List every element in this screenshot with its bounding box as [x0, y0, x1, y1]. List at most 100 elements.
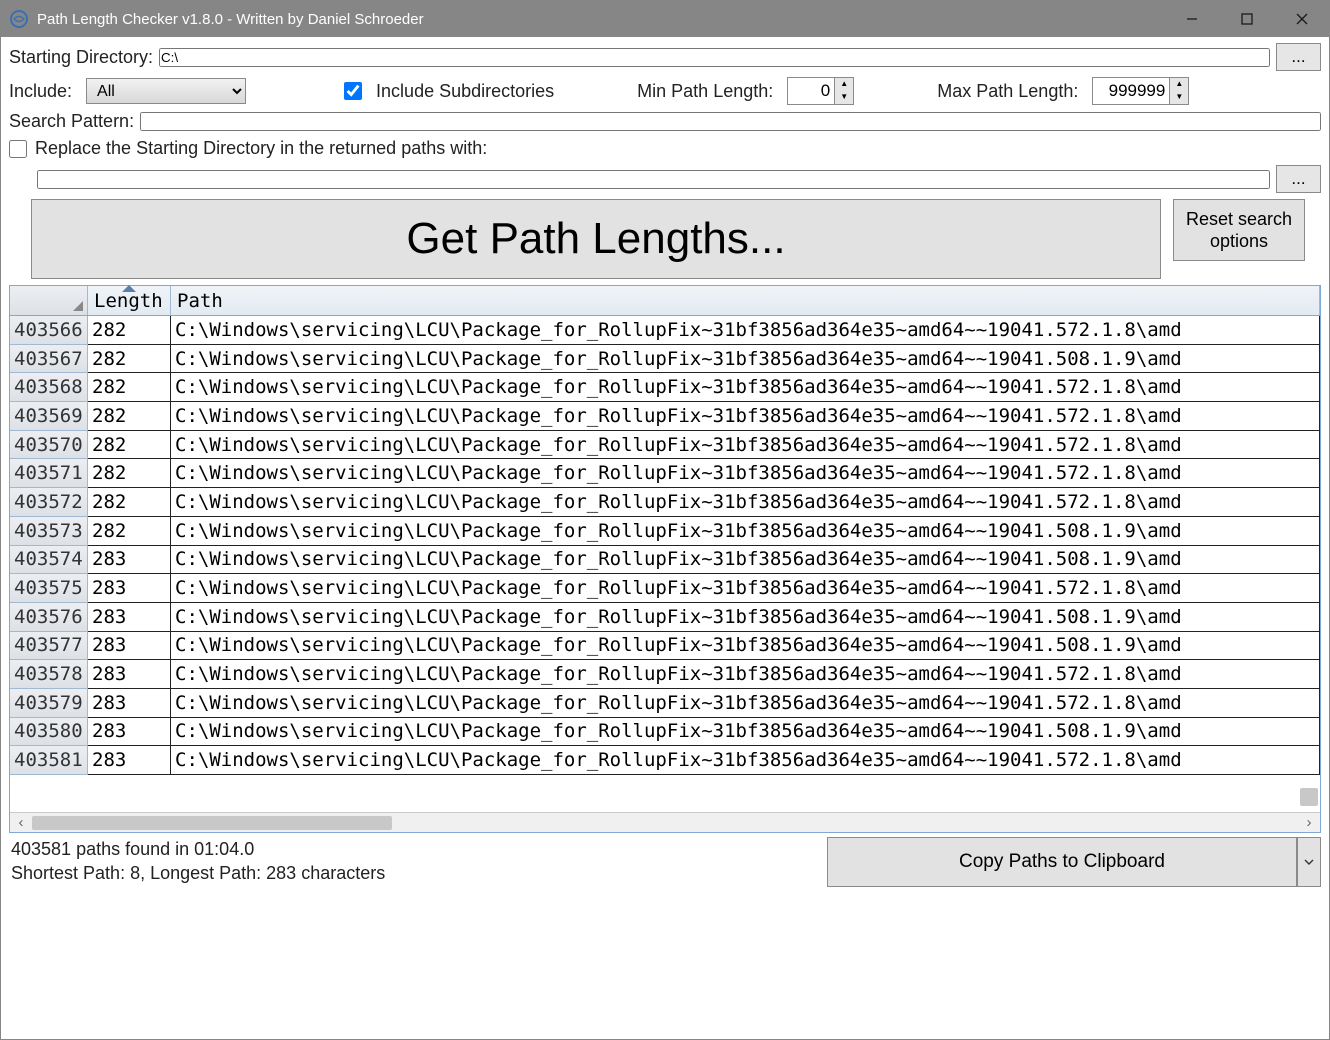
close-button[interactable] — [1274, 1, 1329, 37]
table-row[interactable]: 403570282C:\Windows\servicing\LCU\Packag… — [10, 431, 1320, 460]
cell-path: C:\Windows\servicing\LCU\Package_for_Rol… — [171, 689, 1320, 718]
column-header-length[interactable]: Length — [88, 286, 171, 315]
table-row[interactable]: 403566282C:\Windows\servicing\LCU\Packag… — [10, 316, 1320, 345]
row-number: 403572 — [10, 488, 88, 517]
row-number: 403577 — [10, 632, 88, 661]
row-number: 403581 — [10, 746, 88, 775]
reset-search-options-button[interactable]: Reset search options — [1173, 199, 1305, 261]
cell-path: C:\Windows\servicing\LCU\Package_for_Rol… — [171, 746, 1320, 775]
max-path-length-label: Max Path Length: — [937, 81, 1078, 102]
copy-paths-dropdown[interactable] — [1297, 837, 1321, 887]
cell-path: C:\Windows\servicing\LCU\Package_for_Rol… — [171, 431, 1320, 460]
app-icon — [9, 9, 29, 29]
cell-length: 283 — [88, 718, 171, 747]
starting-directory-input[interactable] — [159, 48, 1270, 67]
get-path-lengths-button[interactable]: Get Path Lengths... — [31, 199, 1161, 279]
cell-length: 283 — [88, 632, 171, 661]
status-path-range: Shortest Path: 8, Longest Path: 283 char… — [11, 861, 827, 885]
cell-length: 282 — [88, 373, 171, 402]
vertical-scrollbar[interactable] — [1300, 788, 1318, 808]
table-row[interactable]: 403567282C:\Windows\servicing\LCU\Packag… — [10, 345, 1320, 374]
table-row[interactable]: 403569282C:\Windows\servicing\LCU\Packag… — [10, 402, 1320, 431]
max-spin-up[interactable]: ▲ — [1170, 78, 1188, 91]
table-row[interactable]: 403580283C:\Windows\servicing\LCU\Packag… — [10, 718, 1320, 747]
cell-length: 283 — [88, 603, 171, 632]
cell-length: 282 — [88, 459, 171, 488]
cell-path: C:\Windows\servicing\LCU\Package_for_Rol… — [171, 546, 1320, 575]
row-number: 403575 — [10, 574, 88, 603]
cell-length: 283 — [88, 574, 171, 603]
table-row[interactable]: 403581283C:\Windows\servicing\LCU\Packag… — [10, 746, 1320, 775]
replace-checkbox[interactable] — [9, 140, 27, 158]
browse-replace-button[interactable]: ... — [1276, 165, 1321, 193]
cell-path: C:\Windows\servicing\LCU\Package_for_Rol… — [171, 660, 1320, 689]
table-row[interactable]: 403577283C:\Windows\servicing\LCU\Packag… — [10, 632, 1320, 661]
table-row[interactable]: 403576283C:\Windows\servicing\LCU\Packag… — [10, 603, 1320, 632]
include-subdirs-checkbox[interactable] — [344, 82, 362, 100]
row-number: 403580 — [10, 718, 88, 747]
table-row[interactable]: 403573282C:\Windows\servicing\LCU\Packag… — [10, 517, 1320, 546]
row-number: 403573 — [10, 517, 88, 546]
cell-path: C:\Windows\servicing\LCU\Package_for_Rol… — [171, 373, 1320, 402]
max-path-length-input[interactable] — [1092, 77, 1170, 105]
cell-path: C:\Windows\servicing\LCU\Package_for_Rol… — [171, 632, 1320, 661]
cell-path: C:\Windows\servicing\LCU\Package_for_Rol… — [171, 718, 1320, 747]
row-number: 403574 — [10, 546, 88, 575]
cell-path: C:\Windows\servicing\LCU\Package_for_Rol… — [171, 345, 1320, 374]
copy-paths-button[interactable]: Copy Paths to Clipboard — [827, 837, 1297, 887]
cell-length: 283 — [88, 746, 171, 775]
cell-length: 283 — [88, 689, 171, 718]
table-row[interactable]: 403575283C:\Windows\servicing\LCU\Packag… — [10, 574, 1320, 603]
row-number: 403578 — [10, 660, 88, 689]
min-path-length-input[interactable] — [787, 77, 835, 105]
starting-directory-label: Starting Directory: — [9, 47, 153, 68]
table-row[interactable]: 403574283C:\Windows\servicing\LCU\Packag… — [10, 546, 1320, 575]
browse-starting-dir-button[interactable]: ... — [1276, 43, 1321, 71]
cell-length: 282 — [88, 345, 171, 374]
include-label: Include: — [9, 81, 72, 102]
row-number: 403566 — [10, 316, 88, 345]
replace-input[interactable] — [37, 170, 1270, 189]
min-spin-down[interactable]: ▼ — [835, 91, 853, 104]
cell-length: 282 — [88, 402, 171, 431]
cell-path: C:\Windows\servicing\LCU\Package_for_Rol… — [171, 517, 1320, 546]
minimize-button[interactable] — [1164, 1, 1219, 37]
maximize-button[interactable] — [1219, 1, 1274, 37]
row-number: 403576 — [10, 603, 88, 632]
include-dropdown[interactable]: All — [86, 78, 246, 104]
scroll-left-icon[interactable]: ‹ — [10, 814, 32, 831]
window-title: Path Length Checker v1.8.0 - Written by … — [37, 11, 1164, 28]
sort-ascending-icon — [122, 285, 136, 292]
results-grid[interactable]: Length Path 403566282C:\Windows\servicin… — [9, 285, 1321, 833]
cell-path: C:\Windows\servicing\LCU\Package_for_Rol… — [171, 603, 1320, 632]
row-number: 403569 — [10, 402, 88, 431]
cell-length: 282 — [88, 488, 171, 517]
row-number: 403579 — [10, 689, 88, 718]
grid-corner[interactable] — [10, 286, 88, 315]
chevron-down-icon — [1303, 856, 1315, 868]
titlebar[interactable]: Path Length Checker v1.8.0 - Written by … — [1, 1, 1329, 37]
table-row[interactable]: 403571282C:\Windows\servicing\LCU\Packag… — [10, 459, 1320, 488]
cell-length: 282 — [88, 517, 171, 546]
cell-length: 283 — [88, 546, 171, 575]
table-row[interactable]: 403578283C:\Windows\servicing\LCU\Packag… — [10, 660, 1320, 689]
cell-path: C:\Windows\servicing\LCU\Package_for_Rol… — [171, 488, 1320, 517]
scroll-right-icon[interactable]: › — [1298, 814, 1320, 831]
cell-path: C:\Windows\servicing\LCU\Package_for_Rol… — [171, 459, 1320, 488]
max-spin-down[interactable]: ▼ — [1170, 91, 1188, 104]
column-header-path[interactable]: Path — [171, 286, 1320, 315]
row-number: 403571 — [10, 459, 88, 488]
replace-label: Replace the Starting Directory in the re… — [35, 138, 487, 159]
table-row[interactable]: 403572282C:\Windows\servicing\LCU\Packag… — [10, 488, 1320, 517]
horizontal-scrollbar[interactable]: ‹ › — [10, 812, 1320, 832]
table-row[interactable]: 403568282C:\Windows\servicing\LCU\Packag… — [10, 373, 1320, 402]
row-number: 403568 — [10, 373, 88, 402]
cell-length: 283 — [88, 660, 171, 689]
min-path-length-label: Min Path Length: — [637, 81, 773, 102]
search-pattern-input[interactable] — [140, 112, 1321, 131]
cell-path: C:\Windows\servicing\LCU\Package_for_Rol… — [171, 574, 1320, 603]
row-number: 403567 — [10, 345, 88, 374]
table-row[interactable]: 403579283C:\Windows\servicing\LCU\Packag… — [10, 689, 1320, 718]
search-pattern-label: Search Pattern: — [9, 111, 134, 132]
min-spin-up[interactable]: ▲ — [835, 78, 853, 91]
